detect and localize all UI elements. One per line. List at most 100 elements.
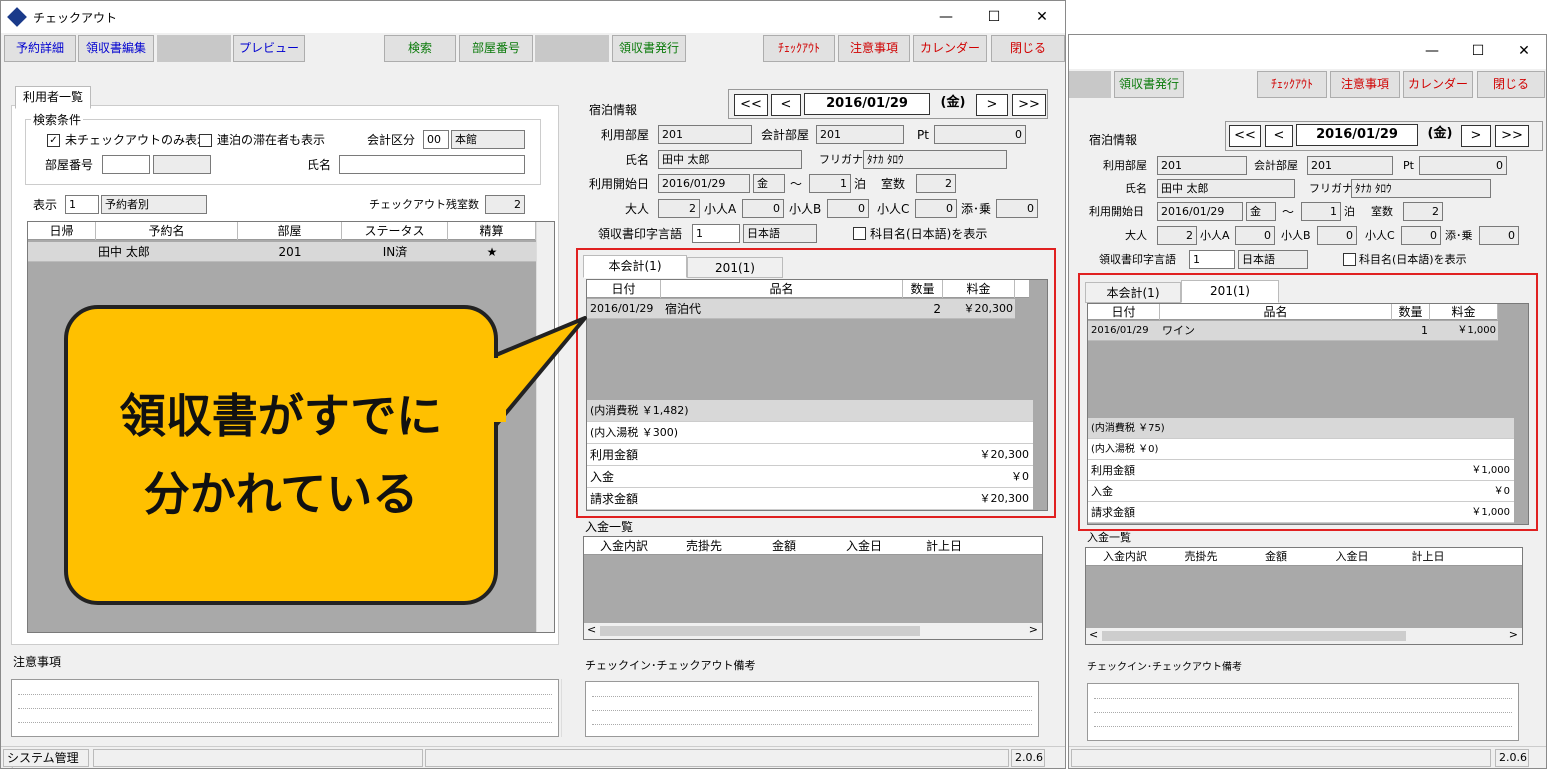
notes-button[interactable]: 注意事項 xyxy=(838,35,910,62)
maximize-button[interactable]: ☐ xyxy=(971,1,1017,33)
scroll-right-arrow[interactable]: > xyxy=(1029,623,1038,636)
childA-field: 0 xyxy=(742,199,784,218)
scroll-thumb[interactable] xyxy=(600,626,920,636)
next-next-button-right[interactable]: >> xyxy=(1495,125,1529,147)
childC-label: 小人C xyxy=(877,202,910,216)
close-window-button-right[interactable]: ✕ xyxy=(1501,35,1546,67)
scroll-left-arrow[interactable]: < xyxy=(587,623,596,636)
table-row[interactable]: 田中 太郎 201 IN済 ★ xyxy=(28,242,536,262)
receipt-language-code-right[interactable]: 1 xyxy=(1189,250,1235,269)
minimize-button[interactable]: — xyxy=(923,1,969,33)
remaining-rooms-label: チェックアウト残室数 xyxy=(369,198,479,211)
criteria-group xyxy=(25,119,541,185)
payment-label-right: 入金 xyxy=(1091,485,1113,498)
remarks-memo-right[interactable] xyxy=(1087,683,1519,741)
bill-row-right[interactable]: 2016/01/29 ワイン 1 ￥1,000 xyxy=(1088,321,1498,341)
childC-field: 0 xyxy=(915,199,957,218)
show-item-jp-checkbox[interactable] xyxy=(853,227,866,240)
receipt-issue-button[interactable]: 領収書発行 xyxy=(612,35,686,62)
col-pay-account-right: 売掛先 xyxy=(1184,550,1218,563)
childB-label-right: 小人B xyxy=(1281,229,1311,242)
not-checked-out-label: 未チェックアウトのみ表示 xyxy=(65,133,210,147)
scroll-thumb-right[interactable] xyxy=(1102,631,1406,641)
tax-row-right: (内消費税 ￥75) xyxy=(1088,418,1514,439)
tab-room-201-right[interactable]: 201(1) xyxy=(1181,280,1279,303)
adult-field: 2 xyxy=(658,199,700,218)
consecutive-label: 連泊の滞在者も表示 xyxy=(217,133,326,147)
prev-prev-button[interactable]: << xyxy=(734,94,768,116)
payments-hscrollbar[interactable]: < > xyxy=(584,623,1042,639)
checkout-button[interactable]: ﾁｪｯｸｱｳﾄ xyxy=(763,35,835,62)
next-button-right[interactable]: > xyxy=(1461,125,1491,147)
date-field-right[interactable]: 2016/01/29 xyxy=(1296,124,1418,146)
billed-label-right: 請求金額 xyxy=(1091,506,1135,519)
tab-main-account[interactable]: 本会計(1) xyxy=(583,255,687,278)
notes-button-right[interactable]: 注意事項 xyxy=(1330,71,1400,98)
adult-label-right: 大人 xyxy=(1125,229,1147,242)
row-daytrip xyxy=(32,242,92,262)
col-pay-amount: 金額 xyxy=(771,539,796,553)
status-cell-2 xyxy=(93,749,423,767)
checkout-window-right: — ☐ ✕ 領収書発行 ﾁｪｯｸｱｳﾄ 注意事項 カレンダー 閉じる 宿泊情報 … xyxy=(1068,34,1547,769)
bill-grid-header-right: 日付 品名 数量 料金 xyxy=(1088,304,1498,320)
room-number-button[interactable]: 部屋番号 xyxy=(459,35,533,62)
scroll-right-arrow-right[interactable]: > xyxy=(1509,628,1518,641)
prev-button[interactable]: < xyxy=(771,94,801,116)
display-code[interactable]: 1 xyxy=(65,195,99,214)
tab-room-201[interactable]: 201(1) xyxy=(687,257,783,278)
remarks-memo[interactable] xyxy=(585,681,1039,737)
status-version-right: 2.0.6 xyxy=(1495,749,1529,767)
col-pay-amount-right: 金額 xyxy=(1265,550,1287,563)
room-number-label: 部屋番号 xyxy=(45,158,94,172)
receipt-edit-button[interactable]: 領収書編集 xyxy=(78,35,154,62)
show-item-jp-checkbox-right[interactable] xyxy=(1343,253,1356,266)
preview-button[interactable]: プレビュー xyxy=(233,35,305,62)
bill-row-date-right: 2016/01/29 xyxy=(1091,325,1149,336)
scroll-left-arrow-right[interactable]: < xyxy=(1089,628,1098,641)
tab-users[interactable]: 利用者一覧 xyxy=(15,86,91,109)
prev-button-right[interactable]: < xyxy=(1265,125,1293,147)
close-button[interactable]: 閉じる xyxy=(991,35,1065,62)
next-button[interactable]: > xyxy=(976,94,1008,116)
col-pay-date-right: 入金日 xyxy=(1335,550,1369,563)
reservation-detail-button[interactable]: 予約詳細 xyxy=(4,35,76,62)
show-item-jp-label: 科目名(日本語)を表示 xyxy=(870,227,988,241)
calendar-button-right[interactable]: カレンダー xyxy=(1403,71,1473,98)
total-row-billed-right: 請求金額 ￥1,000 xyxy=(1088,502,1514,523)
rooms-label-right: 室数 xyxy=(1371,205,1393,218)
account-division-name: 本館 xyxy=(451,130,525,149)
notes-memo[interactable] xyxy=(11,679,559,737)
payments-hscrollbar-right[interactable]: < > xyxy=(1086,628,1522,644)
checkout-button-right[interactable]: ﾁｪｯｸｱｳﾄ xyxy=(1257,71,1327,98)
next-next-button[interactable]: >> xyxy=(1012,94,1046,116)
receipt-issue-button-right[interactable]: 領収書発行 xyxy=(1114,71,1184,98)
tab-main-account-right[interactable]: 本会計(1) xyxy=(1085,282,1181,303)
not-checked-out-checkbox[interactable]: ✓ xyxy=(47,134,60,147)
total-row-payment: 入金 ￥0 xyxy=(587,466,1033,488)
bill-row-date: 2016/01/29 xyxy=(590,302,654,315)
search-button[interactable]: 検索 xyxy=(384,35,456,62)
minimize-button-right[interactable]: — xyxy=(1409,35,1455,67)
close-button-right[interactable]: 閉じる xyxy=(1477,71,1545,98)
callout-line-2: 分かれている xyxy=(143,467,419,521)
consecutive-checkbox[interactable] xyxy=(199,134,212,147)
bill-row[interactable]: 2016/01/29 宿泊代 2 ￥20,300 xyxy=(587,299,1015,319)
account-division-code[interactable]: 00 xyxy=(423,130,449,149)
prev-prev-button-right[interactable]: << xyxy=(1229,125,1261,147)
receipt-language-code[interactable]: 1 xyxy=(692,224,740,243)
tax-label: (内消費税 ￥1,482) xyxy=(590,404,689,417)
rooms-label: 室数 xyxy=(881,177,906,191)
start-date-field: 2016/01/29 xyxy=(658,174,750,193)
bill-grid-right: 日付 品名 数量 料金 2016/01/29 ワイン 1 ￥1,000 (内消費… xyxy=(1087,303,1529,525)
date-field[interactable]: 2016/01/29 xyxy=(804,93,930,115)
receipt-language-name: 日本語 xyxy=(743,224,817,243)
maximize-button-right[interactable]: ☐ xyxy=(1455,35,1501,67)
kana-label-right: フリガナ xyxy=(1309,182,1353,195)
account-room-label-right: 会計部屋 xyxy=(1254,159,1298,172)
room-number-input[interactable] xyxy=(102,155,150,174)
room-field-right: 201 xyxy=(1157,156,1247,175)
notes-scrollbar[interactable] xyxy=(561,679,577,737)
name-input[interactable] xyxy=(339,155,525,174)
calendar-button[interactable]: カレンダー xyxy=(913,35,987,62)
close-window-button[interactable]: ✕ xyxy=(1019,1,1065,33)
